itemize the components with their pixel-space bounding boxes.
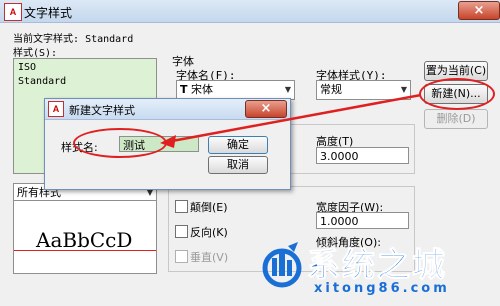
watermark-brand: 系统之城	[307, 245, 447, 285]
text-style-window: A 文字样式 × 当前文字样式: Standard 样式(S): ISO Sta…	[0, 0, 500, 306]
watermark-url: xitong86.com	[314, 281, 450, 296]
annotation-arrow-head	[160, 135, 176, 148]
watermark-logo-icon	[262, 242, 302, 288]
annotation-arrow-line	[171, 93, 422, 143]
